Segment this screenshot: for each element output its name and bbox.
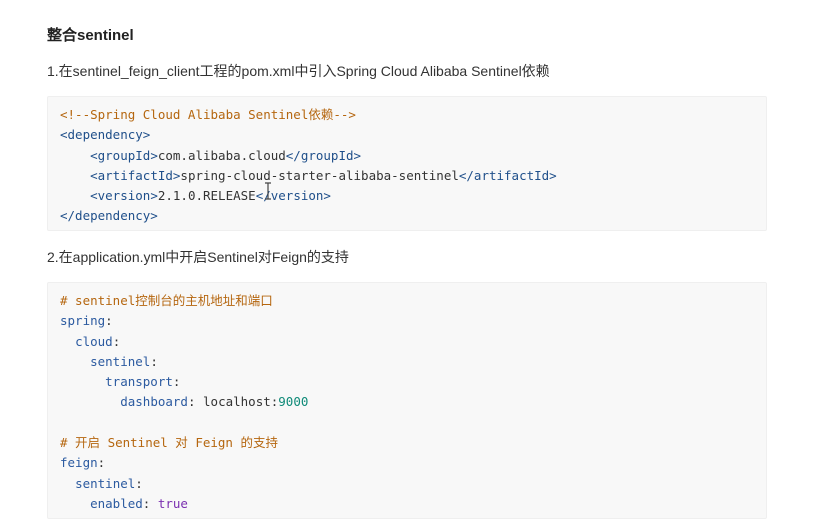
xml-tag: <version> (90, 188, 158, 204)
code-line: <version>2.1.0.RELEASE</version> (60, 186, 766, 206)
xml-tag: <dependency> (60, 127, 151, 143)
yaml-value: localhost (203, 394, 271, 410)
yaml-key: feign (60, 455, 98, 471)
code-line: # sentinel控制台的主机地址和端口 (60, 291, 766, 311)
xml-tag: <artifactId> (90, 167, 181, 183)
code-line: <artifactId>spring-cloud-starter-alibaba… (60, 166, 766, 186)
xml-tag: </artifactId> (458, 167, 557, 183)
yaml-key: dashboard (120, 394, 188, 410)
text-cursor-icon (264, 182, 272, 200)
code-line: enabled: true (90, 495, 188, 511)
xml-comment: <!--Spring Cloud Alibaba Sentinel依赖--> (60, 107, 356, 122)
xml-value: 2.1.0.RELEASE (157, 188, 256, 204)
yaml-comment: # 开启 Sentinel 对 Feign 的支持 (60, 435, 278, 451)
yaml-code-block[interactable]: # sentinel控制台的主机地址和端口 spring: cloud: sen… (47, 282, 767, 519)
yaml-comment: # sentinel控制台的主机地址和端口 (60, 293, 273, 308)
yaml-key: sentinel (90, 353, 151, 369)
xml-tag: <groupId> (90, 147, 158, 163)
code-line: transport: (105, 374, 181, 390)
code-line: spring: (60, 313, 113, 329)
xml-value: com.alibaba.cloud (157, 147, 286, 163)
code-line: cloud: (75, 333, 121, 349)
code-line: feign: (60, 455, 106, 471)
code-line: sentinel: (90, 353, 158, 369)
xml-code-block[interactable]: <!--Spring Cloud Alibaba Sentinel依赖--> <… (47, 96, 767, 231)
yaml-key: spring (60, 313, 106, 329)
step-1-text: 1.在sentinel_feign_client工程的pom.xml中引入Spr… (47, 63, 550, 79)
yaml-key: transport (105, 374, 173, 390)
xml-value: spring-cloud-starter-alibaba-sentinel (180, 167, 459, 183)
section-heading: 整合sentinel (47, 27, 134, 44)
code-line: dashboard: localhost:9000 (120, 394, 309, 410)
xml-tag: </groupId> (285, 147, 362, 163)
yaml-boolean: true (157, 495, 188, 511)
yaml-key: enabled (90, 495, 143, 511)
xml-tag: </dependency> (60, 208, 158, 224)
yaml-key: sentinel (75, 475, 136, 491)
code-line: # 开启 Sentinel 对 Feign 的支持 (60, 433, 766, 453)
yaml-number: 9000 (278, 394, 309, 410)
yaml-key: cloud (75, 333, 113, 349)
code-line: </dependency> (60, 206, 766, 226)
step-2-text: 2.在application.yml中开启Sentinel对Feign的支持 (47, 249, 349, 265)
code-line: <dependency> (60, 125, 766, 145)
code-line: <groupId>com.alibaba.cloud</groupId> (60, 146, 766, 166)
code-line: <!--Spring Cloud Alibaba Sentinel依赖--> (60, 105, 766, 125)
code-line: sentinel: (75, 475, 143, 491)
